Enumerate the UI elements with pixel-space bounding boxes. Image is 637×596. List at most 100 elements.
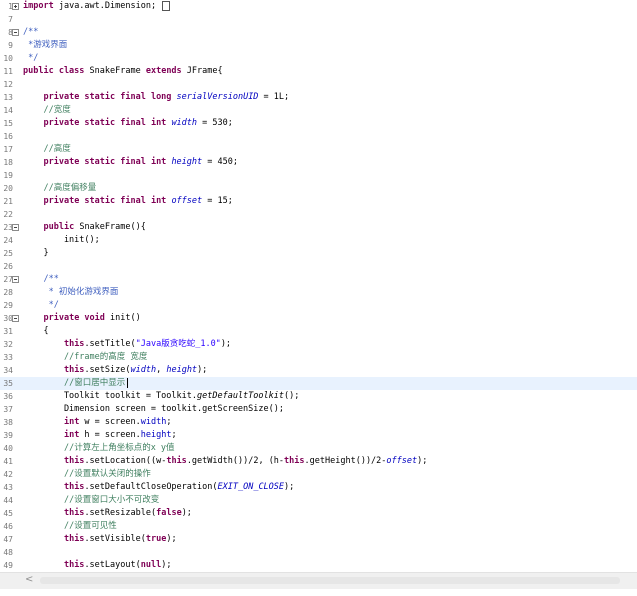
code-text: private static final int offset = 15;	[23, 195, 232, 208]
code-token: //设置可见性	[63, 521, 117, 531]
code-line[interactable]: 31 {	[0, 325, 637, 338]
code-line[interactable]: 30 private void init()	[0, 312, 637, 325]
code-line[interactable]: 28 * 初始化游戏界面	[0, 286, 637, 299]
collapse-fold-icon[interactable]	[12, 29, 19, 36]
code-text: //设置可见性	[23, 520, 117, 533]
code-token: //高度偏移量	[43, 183, 97, 193]
code-token: /**	[43, 274, 59, 284]
code-token: .setSize(	[84, 365, 131, 375]
code-line[interactable]: 46 //设置可见性	[0, 520, 637, 533]
collapse-fold-icon[interactable]	[12, 315, 19, 322]
code-line[interactable]: 9 *游戏界面	[0, 39, 637, 52]
code-line[interactable]: 25 }	[0, 247, 637, 260]
collapse-fold-icon[interactable]	[12, 276, 19, 283]
code-line[interactable]: 17 //高度	[0, 143, 637, 156]
code-line[interactable]: 45 this.setResizable(false);	[0, 507, 637, 520]
code-token: .setResizable(	[84, 508, 157, 518]
code-line[interactable]: 37 Dimension screen = toolkit.getScreenS…	[0, 403, 637, 416]
code-token: //设置默认关闭的操作	[63, 469, 151, 479]
code-line[interactable]: 29 */	[0, 299, 637, 312]
code-token: .getHeight())/2-	[304, 456, 387, 466]
code-line[interactable]: 36 Toolkit toolkit = Toolkit.getDefaultT…	[0, 390, 637, 403]
code-line[interactable]: 11 public class SnakeFrame extends JFrame…	[0, 65, 637, 78]
horizontal-scrollbar[interactable]: <	[0, 572, 637, 589]
code-token: offset	[171, 196, 203, 206]
code-line[interactable]: 48	[0, 546, 637, 559]
code-text: this.setTitle("Java版贪吃蛇_1.0");	[23, 338, 231, 351]
code-text: this.setSize(width, height);	[23, 364, 207, 377]
code-line[interactable]: 38 int w = screen.width;	[0, 416, 637, 429]
code-line[interactable]: 7	[0, 13, 637, 26]
code-line[interactable]: 13 private static final long serialVersi…	[0, 91, 637, 104]
line-number: 19	[3, 171, 13, 180]
code-line[interactable]: 42 //设置默认关闭的操作	[0, 468, 637, 481]
code-line[interactable]: 27 /**	[0, 273, 637, 286]
code-token: SnakeFrame(){	[74, 222, 146, 232]
collapse-fold-icon[interactable]	[12, 224, 19, 231]
code-line[interactable]: 33 //frame的高度 宽度	[0, 351, 637, 364]
code-token: public class	[23, 66, 85, 76]
code-line[interactable]: 24 init();	[0, 234, 637, 247]
code-token: width	[171, 118, 198, 128]
code-token: .getWidth())/2, (h-	[186, 456, 285, 466]
expand-fold-icon[interactable]	[12, 3, 19, 10]
scroll-left-arrow-icon[interactable]: <	[25, 574, 33, 585]
code-token: );	[284, 482, 295, 492]
code-line[interactable]: 19	[0, 169, 637, 182]
scrollbar-thumb[interactable]	[40, 577, 620, 584]
code-line[interactable]: 16	[0, 130, 637, 143]
code-token: serialVersionUID	[176, 92, 259, 102]
code-text: //窗口居中显示	[23, 377, 129, 390]
code-text: * 初始化游戏界面	[23, 286, 119, 299]
code-text: {	[23, 325, 48, 338]
code-line[interactable]: 1 import java.awt.Dimension;	[0, 0, 637, 13]
code-line[interactable]: 18 private static final int height = 450…	[0, 156, 637, 169]
code-token: );	[166, 534, 177, 544]
line-number: 14	[3, 106, 13, 115]
code-editor[interactable]: 1 import java.awt.Dimension; 7 8/** 9 *游戏界面 1…	[0, 0, 637, 572]
code-token: private static final long	[43, 92, 172, 102]
code-token: false	[156, 508, 182, 518]
line-number: 34	[3, 366, 13, 375]
code-line[interactable]: 41 this.setLocation((w-this.getWidth())/…	[0, 455, 637, 468]
code-token: h = screen.	[79, 430, 141, 440]
code-text: Dimension screen = toolkit.getScreenSize…	[23, 403, 284, 416]
code-line[interactable]: 12	[0, 78, 637, 91]
code-line[interactable]: 34 this.setSize(width, height);	[0, 364, 637, 377]
code-line[interactable]: 22	[0, 208, 637, 221]
code-token: null	[140, 560, 162, 570]
code-line[interactable]: 39 int h = screen.height;	[0, 429, 637, 442]
code-token: offset	[386, 456, 418, 466]
code-line[interactable]: 49 this.setLayout(null);	[0, 559, 637, 572]
code-line[interactable]: 10 */	[0, 52, 637, 65]
code-line[interactable]: 20 //高度偏移量	[0, 182, 637, 195]
code-line[interactable]: 32 this.setTitle("Java版贪吃蛇_1.0");	[0, 338, 637, 351]
code-line[interactable]: 44 //设置窗口大小不可改变	[0, 494, 637, 507]
code-token: );	[417, 456, 428, 466]
code-token: "Java版贪吃蛇_1.0"	[135, 339, 221, 349]
code-line[interactable]: 40 //计算左上角坐标点的x y值	[0, 442, 637, 455]
line-number: 11	[3, 67, 13, 76]
code-line[interactable]: 47 this.setVisible(true);	[0, 533, 637, 546]
code-text: }	[23, 247, 48, 260]
code-token: /**	[23, 27, 39, 37]
code-line[interactable]: 21 private static final int offset = 15;	[0, 195, 637, 208]
line-number: 35	[3, 379, 13, 388]
code-line[interactable]: 43 this.setDefaultCloseOperation(EXIT_ON…	[0, 481, 637, 494]
code-token: .setTitle(	[84, 339, 136, 349]
folded-imports-marker-icon[interactable]	[162, 0, 171, 11]
code-line[interactable]: 23 public SnakeFrame(){	[0, 221, 637, 234]
line-number: 17	[3, 145, 13, 154]
code-token: width	[140, 417, 167, 427]
code-line[interactable]: 15 private static final int width = 530;	[0, 117, 637, 130]
code-line[interactable]: 8/**	[0, 26, 637, 39]
code-line[interactable]: 26	[0, 260, 637, 273]
code-text: //高度偏移量	[23, 182, 96, 195]
code-line-current[interactable]: 35 //窗口居中显示	[0, 377, 637, 390]
code-line[interactable]: 14 //宽度	[0, 104, 637, 117]
